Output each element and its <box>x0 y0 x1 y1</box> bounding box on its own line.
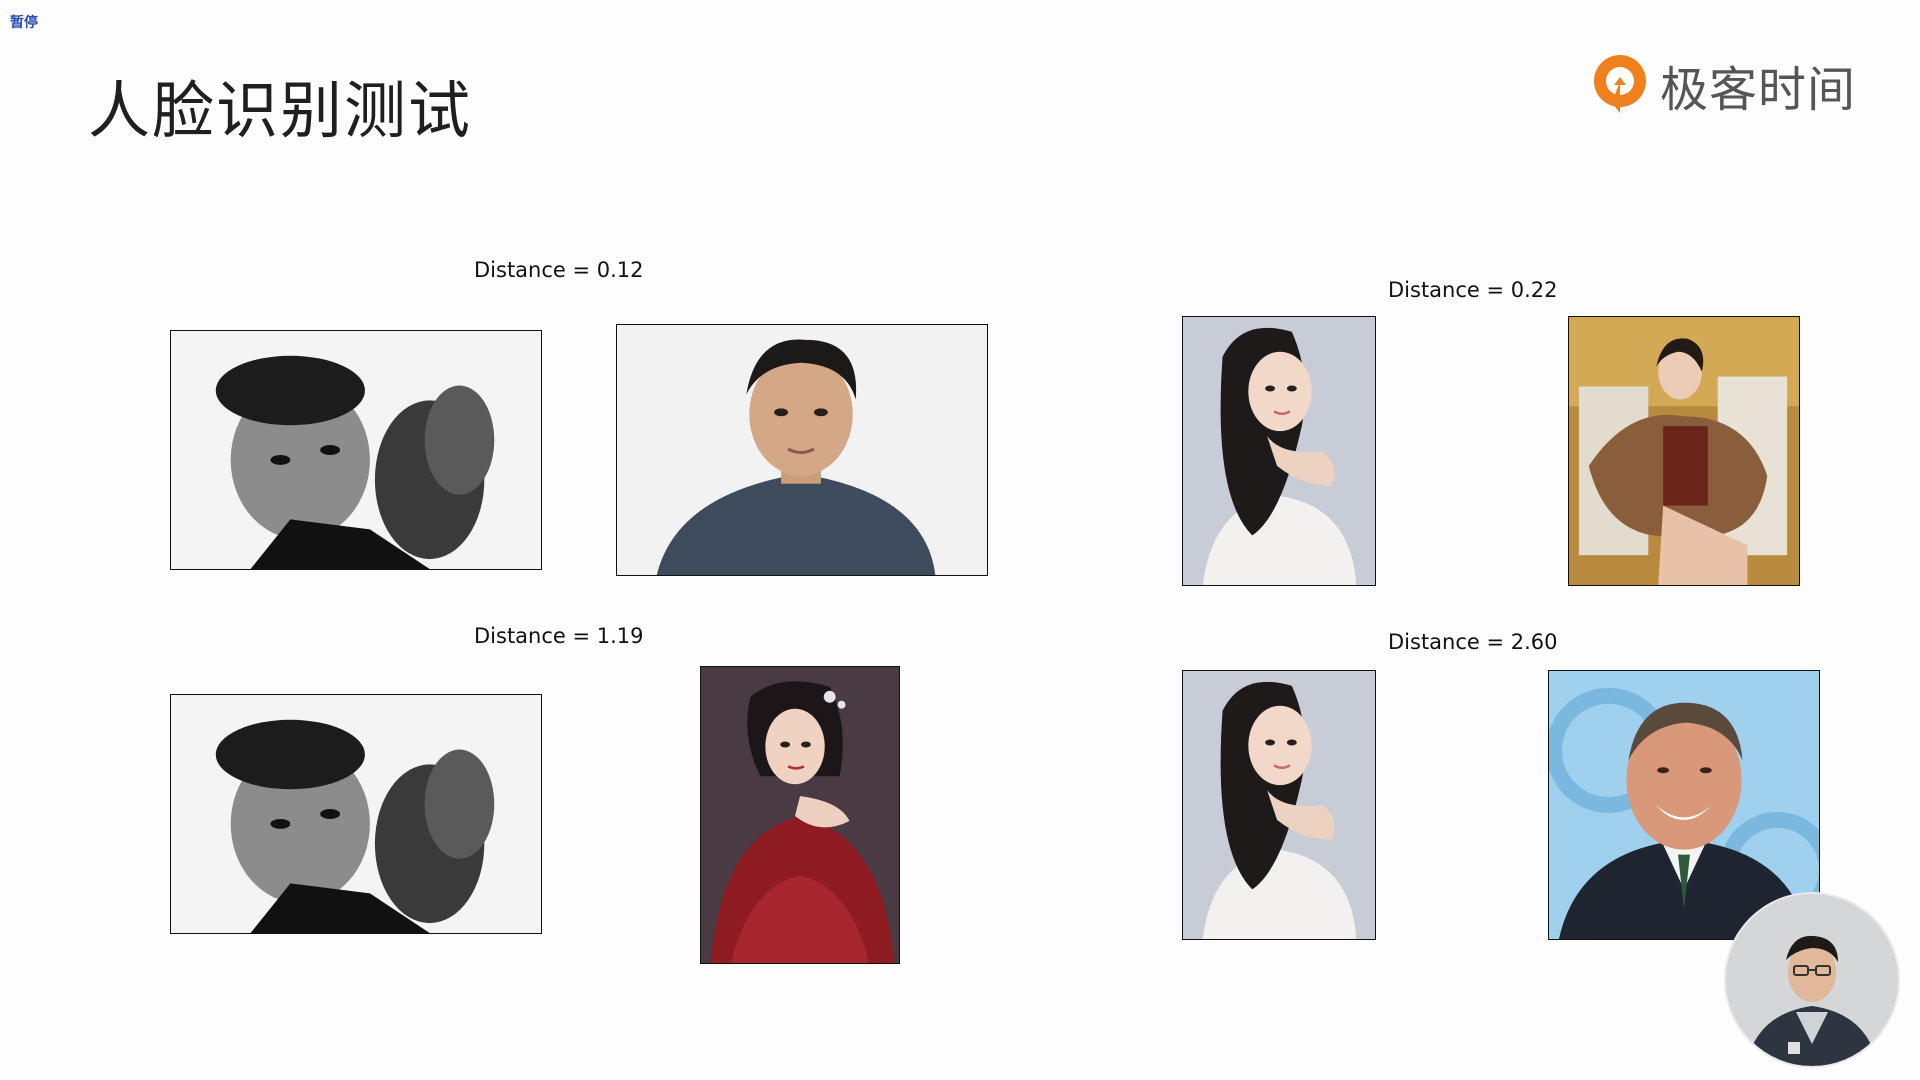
distance-label-4: Distance = 2.60 <box>1388 630 1558 654</box>
slide-canvas: 暂停 人脸识别测试 极客时间 Distance = 0.12 Distance … <box>0 0 1920 1080</box>
distance-label-1: Distance = 0.12 <box>474 258 644 282</box>
brand-logo: 极客时间 <box>1590 50 1856 120</box>
distance-label-3: Distance = 1.19 <box>474 624 644 648</box>
face-photo-man-color <box>616 324 988 576</box>
distance-label-2: Distance = 0.22 <box>1388 278 1558 302</box>
geek-time-logo-icon <box>1594 55 1646 113</box>
face-photo-man-grayscale <box>170 694 542 934</box>
face-photo-woman-white-dress <box>1182 316 1376 586</box>
face-photo-woman-fur-coat <box>1568 316 1800 586</box>
presenter-video-icon <box>1726 894 1898 1066</box>
pause-badge[interactable]: 暂停 <box>10 12 38 32</box>
face-photo-woman-red-dress <box>700 666 900 964</box>
face-photo-woman-white-dress <box>1182 670 1376 940</box>
brand-name: 极客时间 <box>1660 62 1857 118</box>
presenter-video-thumbnail[interactable] <box>1726 894 1898 1066</box>
face-photo-man-grayscale <box>170 330 542 570</box>
page-title: 人脸识别测试 <box>88 74 473 147</box>
